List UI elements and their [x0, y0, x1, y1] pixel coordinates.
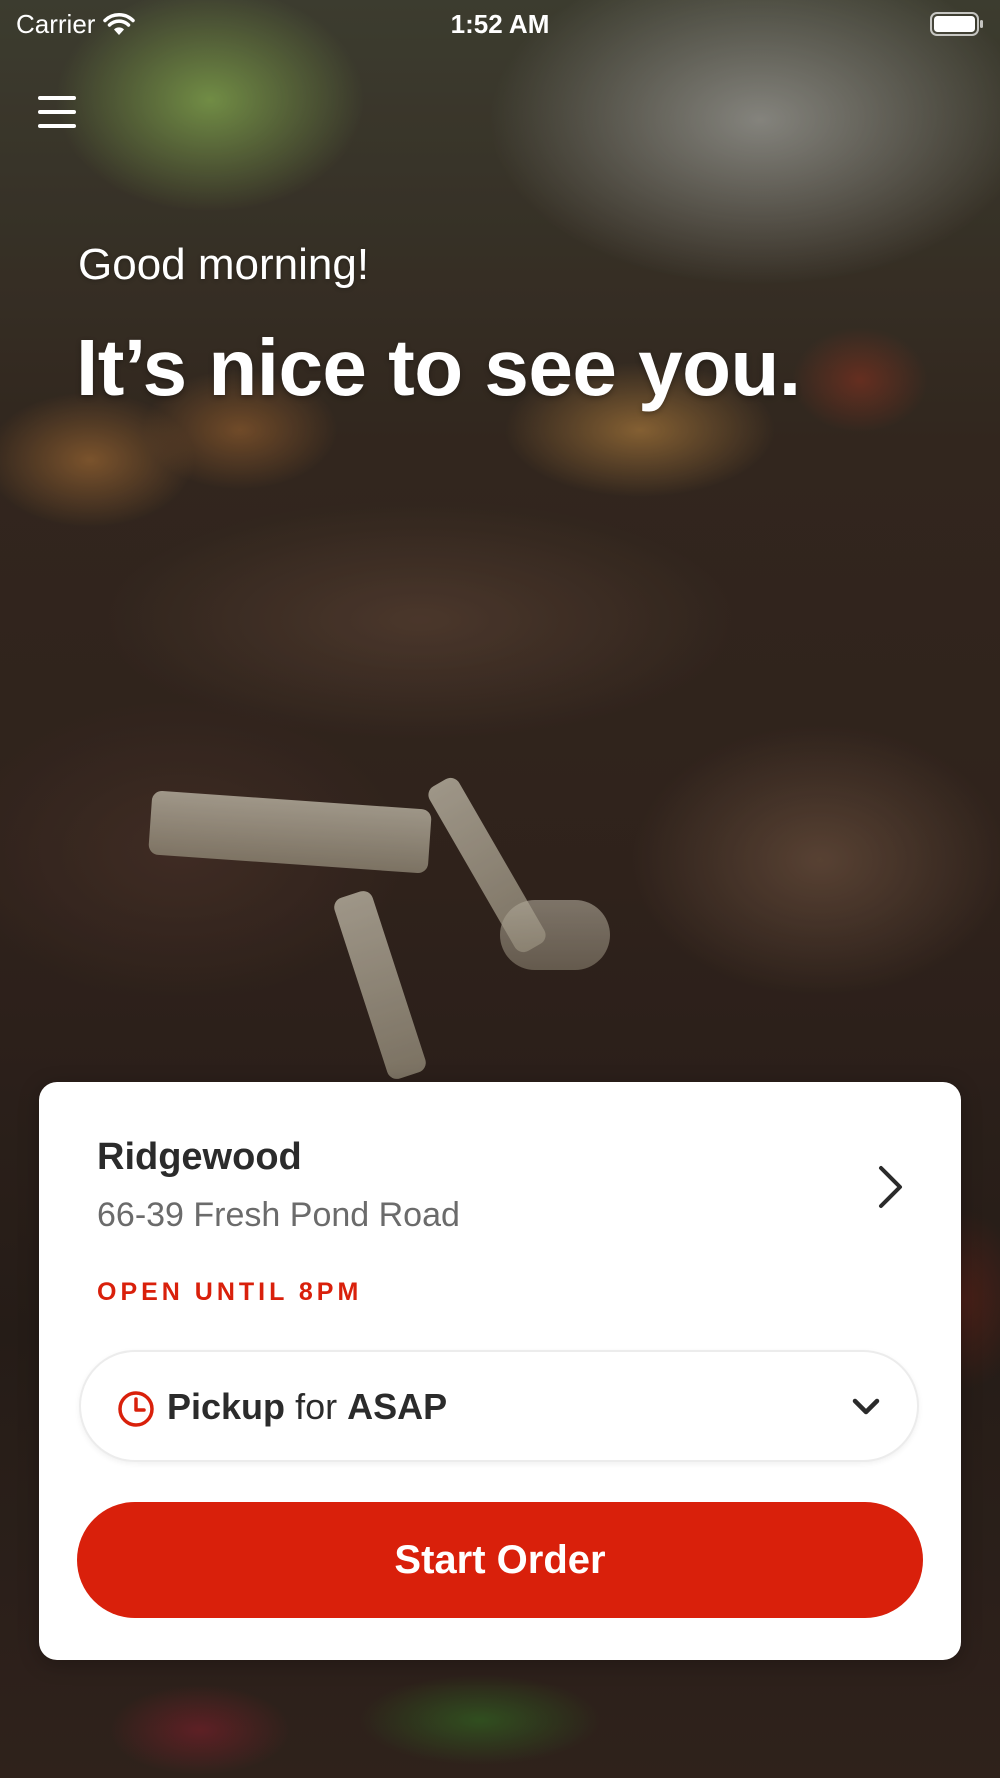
clock-icon	[118, 1391, 154, 1427]
status-time: 1:52 AM	[450, 9, 550, 39]
chevron-down-icon	[852, 1398, 880, 1415]
order-type-dropdown[interactable]: Pickup for ASAP	[79, 1350, 919, 1462]
welcome-headline: It’s nice to see you.	[76, 323, 801, 412]
location-order-card: Ridgewood 66-39 Fresh Pond Road OPEN UNT…	[39, 1082, 961, 1660]
order-mode: Pickup	[167, 1386, 286, 1427]
order-type-summary: Pickup for ASAP	[167, 1386, 447, 1428]
location-address: 66-39 Fresh Pond Road	[97, 1196, 460, 1234]
status-bar: Carrier 1:52 AM	[0, 0, 1000, 50]
hamburger-menu-icon[interactable]	[36, 92, 80, 132]
location-name: Ridgewood	[97, 1136, 302, 1178]
chevron-right-icon	[879, 1166, 902, 1208]
location-selector[interactable]: Ridgewood 66-39 Fresh Pond Road	[39, 1082, 961, 1242]
order-time: ASAP	[347, 1386, 448, 1427]
order-connector: for	[295, 1386, 338, 1427]
open-hours-status: OPEN UNTIL 8PM	[97, 1278, 363, 1306]
greeting-text: Good morning!	[78, 240, 370, 289]
battery-icon	[930, 12, 983, 36]
start-order-button[interactable]: Start Order	[77, 1502, 923, 1618]
